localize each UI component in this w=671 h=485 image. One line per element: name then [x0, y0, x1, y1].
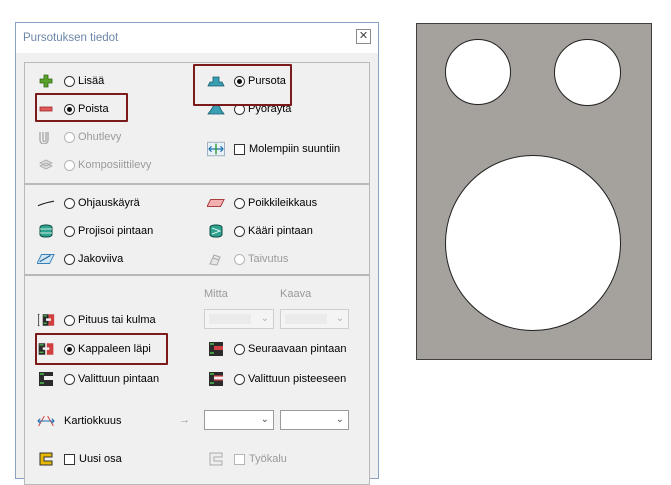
bend-radio: [234, 253, 245, 265]
cross-section-icon: [207, 195, 225, 211]
composite-label: Komposiittilevy: [78, 159, 152, 171]
chevron-down-icon: ⌄: [335, 313, 344, 324]
to-next-surface-radio[interactable]: [234, 343, 245, 355]
thinsheet-radio: [64, 131, 75, 143]
bend-label: Taivutus: [248, 253, 289, 265]
project-surface-option[interactable]: Projisoi pintaan: [37, 222, 153, 240]
plus-icon: [37, 73, 55, 89]
extent-panel: Mitta Kaava Pituus tai kulma ⌄ ⌄ Kappale…: [24, 275, 370, 485]
composite-radio: [64, 159, 75, 171]
measure-dropdown-value: [209, 314, 251, 324]
split-line-label: Jakoviiva: [78, 253, 124, 265]
measure-dropdown: ⌄: [204, 309, 274, 329]
tool-icon: [207, 451, 225, 467]
hole-top-right: [554, 39, 621, 106]
both-directions-checkbox[interactable]: [234, 143, 245, 155]
guide-curve-radio[interactable]: [64, 197, 75, 209]
split-line-radio[interactable]: [64, 253, 75, 265]
bend-option: Taivutus: [207, 250, 288, 268]
both-directions-icon: [207, 141, 225, 157]
chevron-down-icon: ⌄: [260, 414, 269, 425]
add-radio[interactable]: [64, 75, 75, 87]
split-line-icon: [37, 251, 55, 267]
thinsheet-option: Ohutlevy: [37, 128, 121, 146]
tool-checkbox: [234, 453, 245, 465]
project-surface-icon: [37, 223, 55, 239]
guide-curve-option[interactable]: Ohjauskäyrä: [37, 194, 140, 212]
both-directions-label: Molempiin suuntiin: [249, 143, 341, 155]
cross-section-option[interactable]: Poikkileikkaus: [207, 194, 317, 212]
new-part-label: Uusi osa: [79, 453, 122, 465]
extrusion-details-dialog: Pursotuksen tiedot ✕ Lisää Poista Ohutle…: [15, 22, 379, 485]
tool-option: Työkalu: [207, 450, 287, 468]
taper-arrow: →: [179, 414, 190, 426]
composite-option: Komposiittilevy: [37, 156, 151, 174]
taper-dropdown-1[interactable]: ⌄: [204, 410, 274, 430]
add-label: Lisää: [78, 75, 105, 87]
add-option[interactable]: Lisää: [37, 72, 104, 90]
hole-top-left: [445, 39, 511, 105]
title-bar: Pursotuksen tiedot ✕: [16, 23, 378, 53]
chevron-down-icon: ⌄: [260, 313, 269, 324]
length-angle-radio[interactable]: [64, 314, 75, 326]
composite-sheet-icon: [37, 157, 55, 173]
path-panel: Ohjauskäyrä Projisoi pintaan Jakoviiva P…: [24, 184, 370, 275]
to-selected-point-label: Valittuun pisteeseen: [248, 373, 347, 385]
new-part-option[interactable]: Uusi osa: [37, 450, 122, 468]
taper-dropdown-2[interactable]: ⌄: [280, 410, 349, 430]
new-part-icon: [37, 451, 55, 467]
guide-curve-label: Ohjauskäyrä: [78, 197, 140, 209]
highlight-remove: [35, 93, 128, 122]
project-surface-radio[interactable]: [64, 225, 75, 237]
highlight-through-body: [35, 333, 168, 365]
wrap-surface-option[interactable]: Kääri pintaan: [207, 222, 313, 240]
close-icon[interactable]: ✕: [356, 29, 371, 44]
to-selected-surface-radio[interactable]: [64, 373, 75, 385]
to-next-surface-option[interactable]: Seuraavaan pintaan: [207, 340, 346, 358]
dialog-title: Pursotuksen tiedot: [23, 32, 119, 44]
cross-section-label: Poikkileikkaus: [248, 197, 318, 209]
length-angle-icon: [37, 312, 55, 328]
to-next-surface-icon: [207, 341, 225, 357]
taper-row: Kartiokkuus: [37, 412, 121, 430]
highlight-extrude: [193, 64, 292, 106]
taper-label: Kartiokkuus: [64, 415, 122, 427]
length-angle-option[interactable]: Pituus tai kulma: [37, 311, 156, 329]
split-line-option[interactable]: Jakoviiva: [37, 250, 123, 268]
new-part-checkbox[interactable]: [64, 453, 75, 465]
wrap-surface-label: Kääri pintaan: [248, 225, 313, 237]
thinsheet-icon: [37, 129, 55, 145]
wrap-surface-radio[interactable]: [234, 225, 245, 237]
to-selected-surface-label: Valittuun pintaan: [78, 373, 160, 385]
both-directions-option[interactable]: Molempiin suuntiin: [207, 140, 340, 158]
to-selected-point-radio[interactable]: [234, 373, 245, 385]
formula-dropdown-value: [285, 314, 327, 324]
wrap-surface-icon: [207, 223, 225, 239]
formula-header: Kaava: [280, 288, 312, 300]
measure-header: Mitta: [204, 288, 228, 300]
cross-section-radio[interactable]: [234, 197, 245, 209]
length-angle-label: Pituus tai kulma: [78, 314, 156, 326]
to-next-surface-label: Seuraavaan pintaan: [248, 343, 347, 355]
taper-icon: [37, 413, 55, 429]
tool-label: Työkalu: [249, 453, 287, 465]
guide-curve-icon: [37, 195, 55, 211]
project-surface-label: Projisoi pintaan: [78, 225, 154, 237]
sketch-preview: [416, 23, 652, 360]
thinsheet-label: Ohutlevy: [78, 131, 122, 143]
to-selected-point-icon: [207, 371, 225, 387]
to-selected-surface-option[interactable]: Valittuun pintaan: [37, 370, 159, 388]
to-selected-surface-icon: [37, 371, 55, 387]
chevron-down-icon: ⌄: [335, 414, 344, 425]
bend-icon: [207, 251, 225, 267]
hole-large: [445, 155, 621, 331]
formula-dropdown: ⌄: [280, 309, 349, 329]
to-selected-point-option[interactable]: Valittuun pisteeseen: [207, 370, 346, 388]
